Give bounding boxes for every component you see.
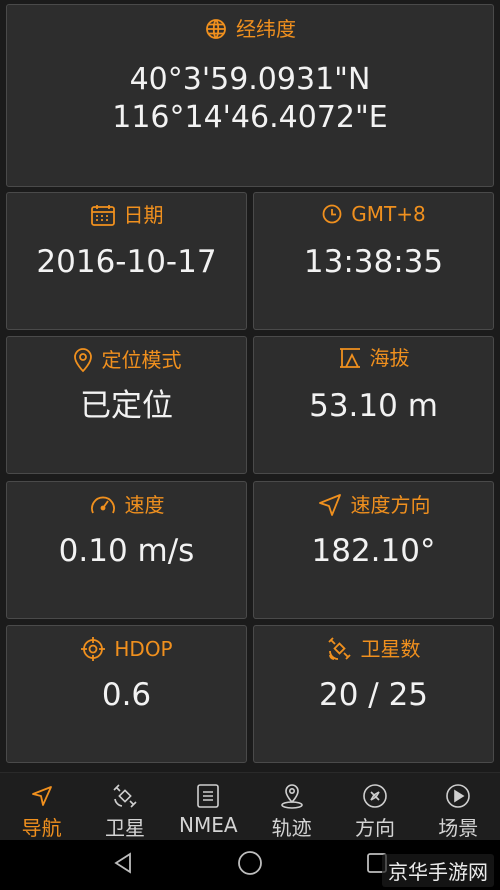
crosshair-icon [80,636,106,662]
nav-label-track: 轨迹 [271,816,312,840]
home-button[interactable] [237,850,263,880]
coordinates-title: 经纬度 [236,17,296,41]
date-header: 日期 [7,203,246,227]
satellite-icon [111,781,139,810]
altitude-icon [338,347,362,369]
time-card: GMT+8 13:38:35 [253,192,494,330]
satellite-icon [327,636,353,662]
document-icon [196,781,220,811]
nav-item-satellite[interactable]: 卫星 [83,773,166,841]
play-icon [445,781,471,810]
hdop-card: HDOP 0.6 [6,625,247,763]
coordinates-header: 经纬度 [7,17,493,41]
compass-icon [362,781,388,810]
nav-label-scene: 场景 [438,816,479,840]
watermark-text: 京华手游网 [382,854,494,887]
date-title: 日期 [123,203,164,227]
nav-label-nmea: NMEA [179,813,238,837]
location-pin-icon [72,347,94,373]
latitude-value: 40°3'59.0931"N [129,62,371,97]
back-button[interactable] [112,852,134,878]
speed-card: 速度 0.10 m/s [6,481,247,619]
location-mode-card: 定位模式 已定位 [6,336,247,474]
nav-item-track[interactable]: 轨迹 [250,773,333,841]
nav-item-direction[interactable]: 方向 [333,773,416,841]
coordinates-card: 经纬度 40°3'59.0931"N 116°14'46.4072"E [6,4,494,187]
hdop-value: 0.6 [101,677,152,713]
speedometer-icon [89,492,117,518]
nav-label-satellite: 卫星 [104,816,145,840]
altitude-title: 海拔 [369,346,410,370]
heading-title: 速度方向 [350,493,431,517]
hdop-title: HDOP [114,637,173,661]
globe-icon [204,17,228,41]
time-value: 13:38:35 [303,244,444,280]
time-title: GMT+8 [351,202,426,226]
satellites-title: 卫星数 [360,637,421,661]
hdop-header: HDOP [7,636,246,662]
heading-card: 速度方向 182.10° [253,481,494,619]
altitude-value: 53.10 m [309,388,438,424]
nav-label-navigation: 导航 [21,816,62,840]
location-pin-icon [279,781,305,810]
speed-header: 速度 [7,492,246,518]
location-mode-value: 已定位 [80,388,173,424]
time-header: GMT+8 [254,203,493,225]
location-mode-header: 定位模式 [7,347,246,373]
altitude-header: 海拔 [254,347,493,369]
satellites-header: 卫星数 [254,636,493,662]
nav-item-nmea[interactable]: NMEA [167,773,250,841]
bottom-navigation: 导航 卫星 NMEA 轨迹 方向 场景 [0,772,500,841]
speed-value: 0.10 m/s [58,533,195,569]
direction-arrow-icon [317,492,343,518]
calendar-icon [90,203,116,227]
nav-label-direction: 方向 [354,816,395,840]
nav-item-scene[interactable]: 场景 [417,773,500,841]
longitude-value: 116°14'46.4072"E [112,100,388,135]
heading-header: 速度方向 [254,492,493,518]
navigation-arrow-icon [29,781,55,810]
satellites-card: 卫星数 20 / 25 [253,625,494,763]
satellites-value: 20 / 25 [318,677,429,713]
speed-title: 速度 [124,493,165,517]
nav-item-navigation[interactable]: 导航 [0,773,83,841]
altitude-card: 海拔 53.10 m [253,336,494,474]
location-mode-title: 定位模式 [101,348,182,372]
clock-icon [321,203,343,225]
date-card: 日期 2016-10-17 [6,192,247,330]
date-value: 2016-10-17 [36,244,217,280]
heading-value: 182.10° [311,533,436,569]
